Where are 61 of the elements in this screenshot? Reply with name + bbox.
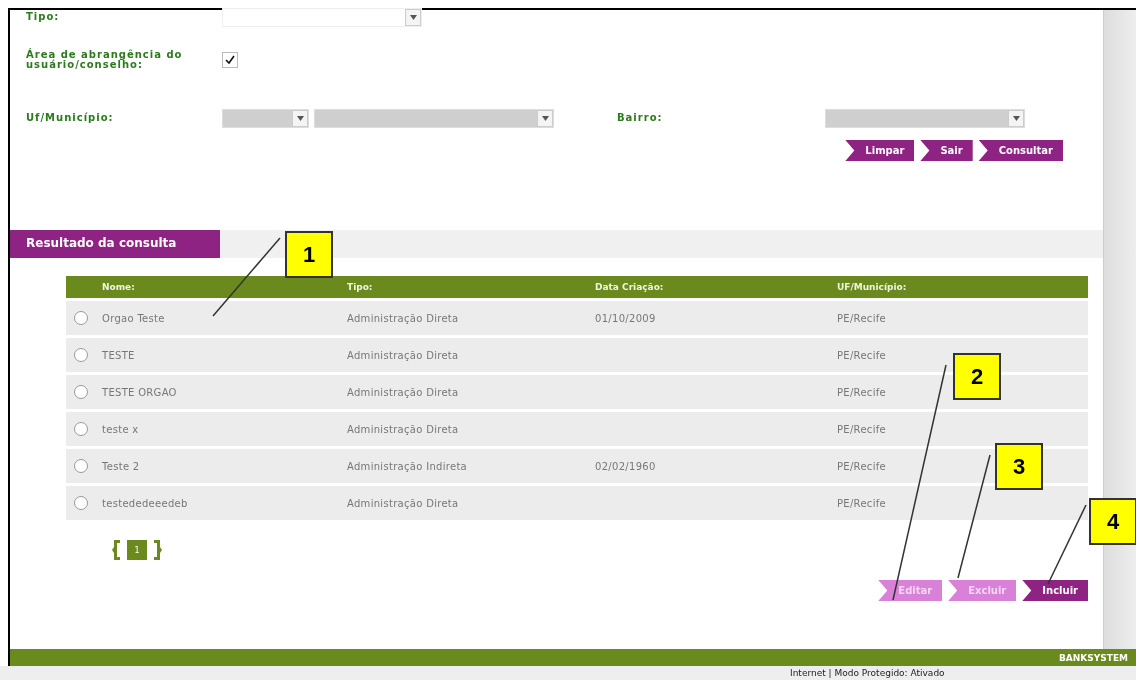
- action-button[interactable]: Consultar: [978, 140, 1063, 161]
- table-cell: 01/10/2009: [595, 312, 656, 324]
- table-cell: testededeeedeb: [102, 497, 188, 509]
- status-text: Internet | Modo Protegido: Ativado: [790, 668, 945, 678]
- row-radio[interactable]: [74, 459, 88, 473]
- caret-icon: [541, 115, 549, 121]
- row-radio[interactable]: [74, 311, 88, 325]
- callout-number: 3: [995, 443, 1043, 490]
- bairro-label: Bairro:: [617, 113, 664, 123]
- table-cell: Administração Direta: [347, 386, 459, 398]
- table-cell: Administração Direta: [347, 312, 459, 324]
- table-cell: Administração Direta: [347, 423, 459, 435]
- next-page-icon[interactable]: [154, 540, 162, 560]
- table-cell: TESTE ORGAO: [102, 386, 177, 398]
- tipo-select[interactable]: [222, 7, 422, 27]
- scrollbar[interactable]: [1103, 10, 1136, 649]
- row-radio[interactable]: [74, 348, 88, 362]
- table-cell: 02/02/1960: [595, 460, 656, 472]
- action-button[interactable]: Sair: [920, 140, 973, 161]
- table-cell: PE/Recife: [837, 312, 887, 324]
- table-row[interactable]: teste x Administração Direta PE/Recife: [66, 412, 1088, 446]
- results-title: Resultado da consulta: [10, 230, 220, 258]
- table-cell: Administração Indireta: [347, 460, 468, 472]
- callout-number: 1: [285, 231, 333, 278]
- table-cell: TESTE: [102, 349, 135, 361]
- column-header: Tipo:: [347, 282, 373, 292]
- table-cell: PE/Recife: [837, 460, 887, 472]
- area-label: Área de abrangência do usuário/conselho:: [26, 50, 184, 70]
- table-cell: PE/Recife: [837, 423, 887, 435]
- table-cell: Orgao Teste: [102, 312, 165, 324]
- table-row[interactable]: testededeeedeb Administração Direta PE/Recife: [66, 486, 1088, 520]
- row-radio[interactable]: [74, 385, 88, 399]
- table-row[interactable]: Orgao Teste Administração Direta 01/10/2009 PE/Recife: [66, 301, 1088, 335]
- uf-select[interactable]: [222, 108, 309, 128]
- table-cell: PE/Recife: [837, 349, 887, 361]
- column-header: Nome:: [102, 282, 135, 292]
- table-cell: Administração Direta: [347, 349, 459, 361]
- callout-number: 4: [1089, 498, 1136, 545]
- callout-number: 2: [953, 353, 1001, 400]
- brand-text: BANKSYSTEM: [1058, 652, 1128, 663]
- caret-icon: [1012, 115, 1020, 121]
- caret-icon: [409, 14, 417, 20]
- bairro-select[interactable]: [825, 108, 1025, 128]
- caret-icon: [296, 115, 304, 121]
- row-radio[interactable]: [74, 496, 88, 510]
- table-cell: PE/Recife: [837, 497, 887, 509]
- column-header: UF/Município:: [837, 282, 907, 292]
- area-checkbox[interactable]: [222, 52, 238, 68]
- table-cell: PE/Recife: [837, 386, 887, 398]
- page-button[interactable]: 1: [127, 540, 147, 560]
- municipio-select[interactable]: [314, 108, 554, 128]
- row-radio[interactable]: [74, 422, 88, 436]
- action-button[interactable]: Limpar: [845, 140, 915, 161]
- table-cell: teste x: [102, 423, 139, 435]
- table-cell: Teste 2: [102, 460, 140, 472]
- uf-municipio-label: Uf/Município:: [26, 113, 115, 123]
- column-header: Data Criação:: [595, 282, 664, 292]
- table-cell: Administração Direta: [347, 497, 459, 509]
- action-button[interactable]: Incluir: [1022, 580, 1088, 601]
- previous-page-icon[interactable]: [112, 540, 120, 560]
- tipo-label: Tipo:: [26, 12, 61, 22]
